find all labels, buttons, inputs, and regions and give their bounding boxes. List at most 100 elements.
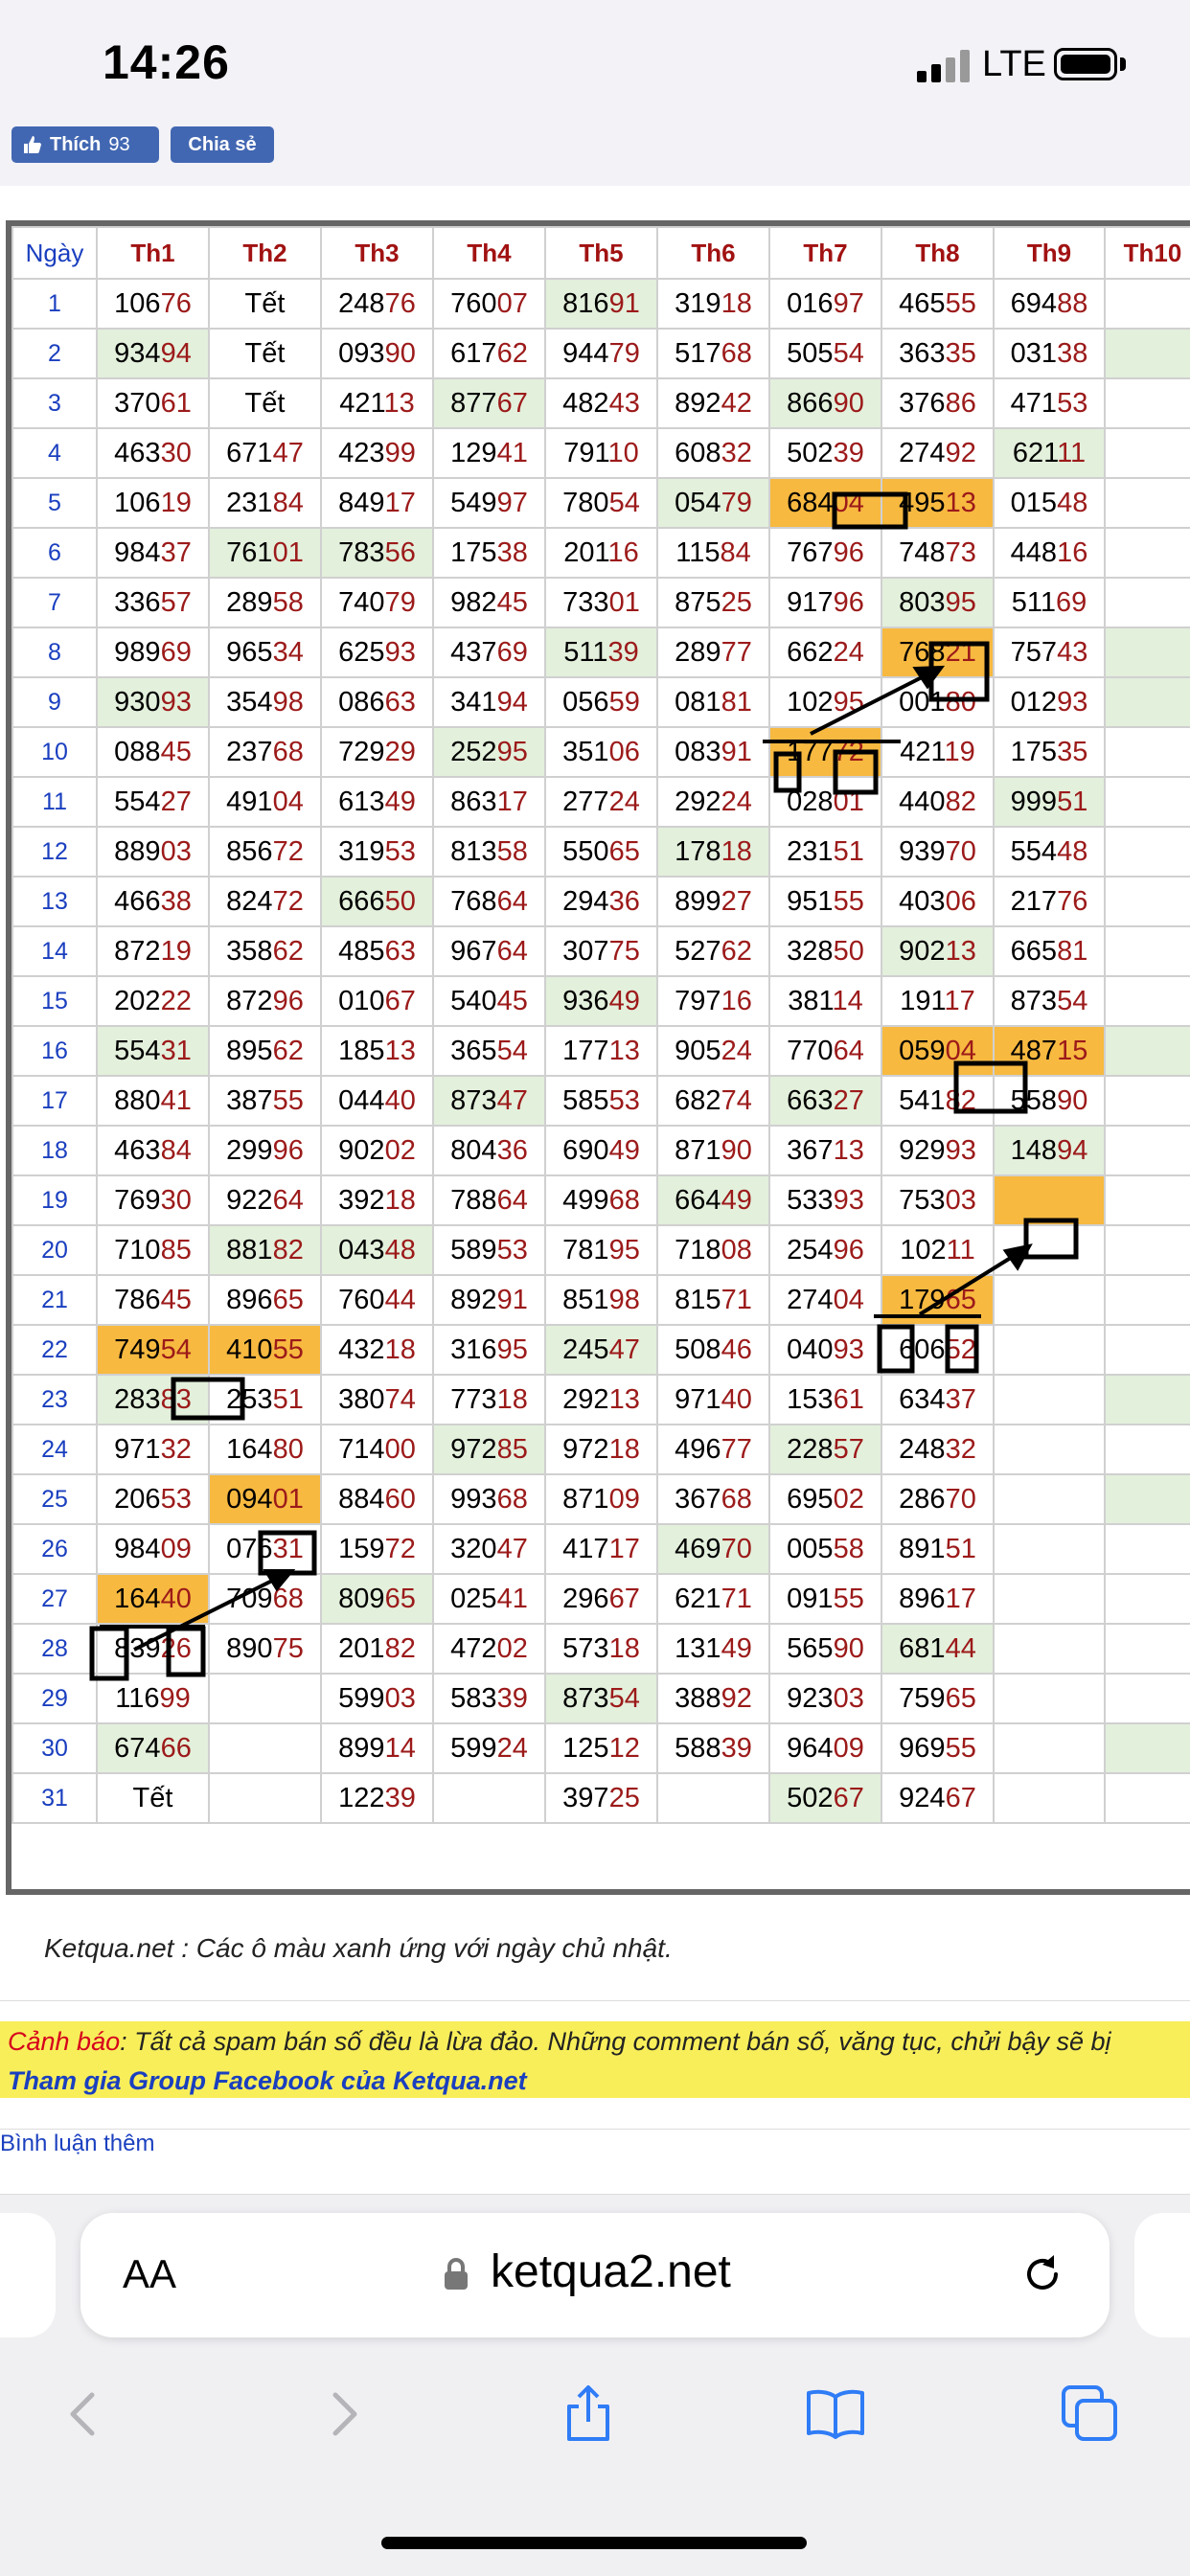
result-cell — [1104, 1075, 1190, 1127]
result-prefix: 316 — [450, 1334, 497, 1365]
result-prefix: 681 — [899, 1632, 946, 1664]
result-prefix: 463 — [114, 1134, 161, 1166]
result-cell — [208, 1772, 322, 1824]
result-cell — [1104, 925, 1190, 977]
result-tail: 19 — [944, 736, 975, 767]
result-prefix: 753 — [899, 1184, 946, 1216]
result-cell: 24876 — [320, 278, 434, 330]
result-tail: 54 — [608, 1682, 640, 1714]
reload-icon[interactable] — [1019, 2251, 1065, 2297]
column-header-month: Th1 — [96, 226, 210, 280]
result-prefix: 076 — [226, 1533, 273, 1564]
forward-icon[interactable] — [312, 2383, 374, 2445]
result-prefix: 695 — [787, 1483, 834, 1515]
result-cell — [208, 1722, 322, 1774]
result-tail: 32 — [160, 1433, 192, 1465]
result-cell: 69049 — [544, 1125, 658, 1176]
result-cell: 96409 — [768, 1722, 882, 1774]
more-comments-link[interactable]: Bình luận thêm — [0, 2131, 154, 2157]
result-cell: 76821 — [881, 627, 995, 678]
result-cell: 01697 — [768, 278, 882, 330]
result-tail: 48 — [384, 1234, 416, 1265]
result-tail: 39 — [833, 437, 864, 468]
url-text[interactable]: ketqua2.net — [491, 2245, 731, 2298]
result-prefix: 770 — [787, 1035, 834, 1066]
result-tail: 53 — [160, 1483, 192, 1515]
result-prefix: 873 — [450, 1084, 497, 1116]
bookmarks-icon[interactable] — [805, 2383, 866, 2445]
result-tail: 81 — [1057, 935, 1088, 967]
result-cell: 68144 — [881, 1623, 995, 1675]
result-cell: Tết — [208, 278, 322, 330]
result-prefix: 599 — [338, 1682, 385, 1714]
next-tab-peek[interactable] — [1134, 2213, 1190, 2337]
result-tail: 18 — [384, 1334, 416, 1365]
result-cell: 35106 — [544, 726, 658, 778]
result-prefix: 768 — [899, 636, 946, 668]
result-tail: 75 — [272, 1632, 304, 1664]
result-cell: 60652 — [881, 1324, 995, 1376]
result-tail: 40 — [384, 1084, 416, 1116]
result-prefix: 025 — [450, 1583, 497, 1614]
result-prefix: 487 — [1010, 1035, 1058, 1066]
result-cell: 89927 — [656, 876, 770, 927]
result-cell: 78645 — [96, 1274, 210, 1326]
facebook-like-button[interactable]: Thích 93 — [11, 126, 159, 163]
result-cell: 88903 — [96, 826, 210, 878]
result-cell — [1104, 1673, 1190, 1724]
result-prefix: 005 — [787, 1533, 834, 1564]
result-prefix: 294 — [562, 885, 609, 917]
result-tail: 30 — [160, 1184, 192, 1216]
result-tail: 47 — [272, 437, 304, 468]
text-size-button[interactable]: AA — [123, 2251, 176, 2297]
result-cell: 25351 — [208, 1374, 322, 1425]
result-cell: 08391 — [656, 726, 770, 778]
result-cell: 17965 — [881, 1274, 995, 1326]
result-cell: 89665 — [208, 1274, 322, 1326]
result-tail: 93 — [1057, 686, 1088, 718]
result-prefix: 989 — [114, 636, 161, 668]
result-cell: 63437 — [881, 1374, 995, 1425]
facebook-group-link[interactable]: Tham gia Group Facebook của Ketqua.net — [8, 2066, 527, 2096]
result-tail: 39 — [721, 1732, 752, 1764]
result-cell: 04093 — [768, 1324, 882, 1376]
result-cell: 20116 — [544, 527, 658, 579]
result-prefix: 606 — [899, 1334, 946, 1365]
previous-tab-peek[interactable] — [0, 2213, 56, 2337]
tabs-icon[interactable] — [1060, 2383, 1121, 2445]
result-cell: 30775 — [544, 925, 658, 977]
result-tail: 18 — [608, 1632, 640, 1664]
result-cell: 73301 — [544, 577, 658, 628]
result-cell: 32047 — [432, 1523, 546, 1575]
result-cell: 12239 — [320, 1772, 434, 1824]
result-prefix: 274 — [899, 437, 946, 468]
result-tail: 74 — [384, 1383, 416, 1415]
table-row: 10 08845 23768 72929 25295 35106 08391 17772 421… — [11, 726, 1190, 778]
result-cell — [1104, 1274, 1190, 1326]
result-cell: 97218 — [544, 1424, 658, 1475]
result-cell: 10211 — [881, 1224, 995, 1276]
result-prefix: 757 — [1010, 636, 1058, 668]
result-cell — [1104, 477, 1190, 529]
divider — [0, 2129, 1190, 2130]
result-prefix: 824 — [226, 885, 273, 917]
result-prefix: 201 — [563, 536, 608, 568]
result-tail: 95 — [945, 586, 976, 618]
result-cell — [993, 1523, 1106, 1575]
facebook-share-button[interactable]: Chia sẻ — [171, 126, 274, 163]
result-tail: 92 — [721, 1682, 752, 1714]
result-cell — [1104, 278, 1190, 330]
result-tail: 74 — [721, 1084, 752, 1116]
share-icon[interactable] — [558, 2383, 619, 2445]
result-prefix: 328 — [787, 935, 834, 967]
result-tail: 58 — [496, 835, 528, 867]
result-tail: 70 — [945, 835, 976, 867]
result-prefix: 283 — [114, 1383, 161, 1415]
result-cell: 15972 — [320, 1523, 434, 1575]
result-prefix: 465 — [899, 287, 946, 319]
result-cell: 23151 — [768, 826, 882, 878]
result-prefix: 749 — [114, 1334, 161, 1365]
result-cell: 29224 — [656, 776, 770, 828]
back-icon[interactable] — [54, 2383, 115, 2445]
result-prefix: 767 — [787, 536, 834, 568]
